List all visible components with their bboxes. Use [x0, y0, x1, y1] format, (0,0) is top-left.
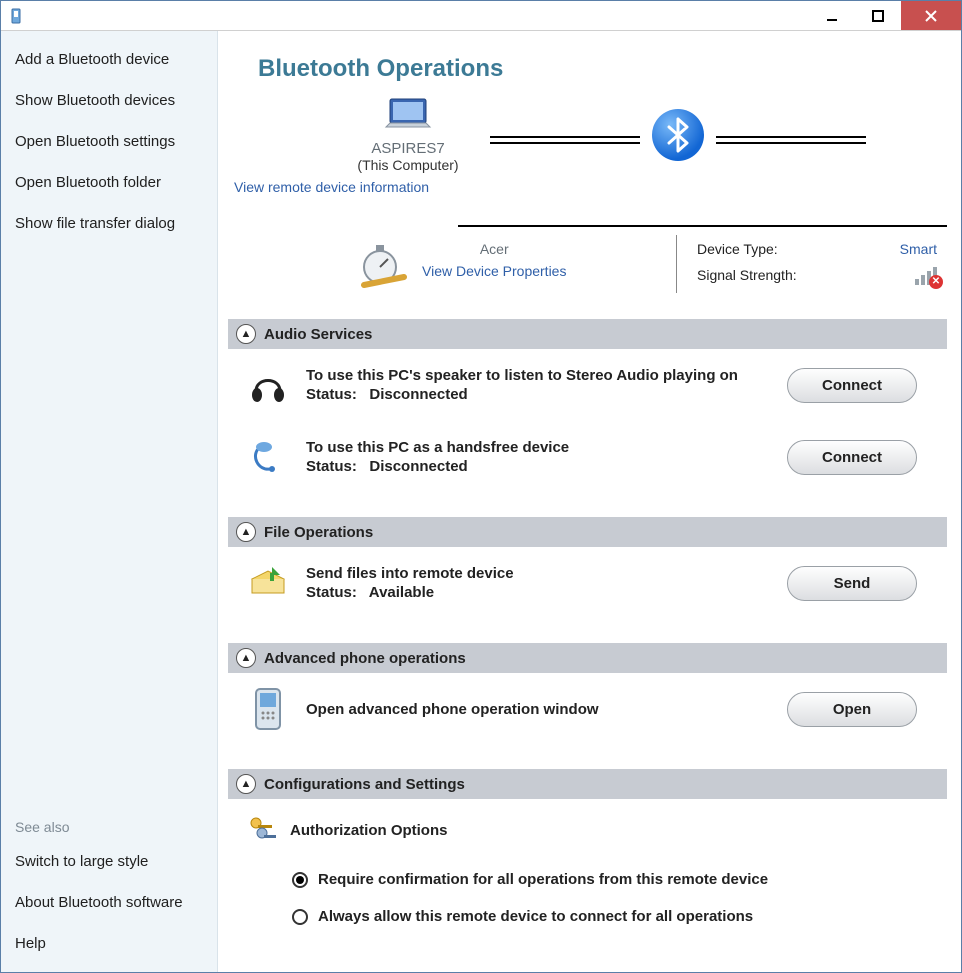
service-desc: To use this PC as a handsfree device [306, 439, 769, 456]
titlebar [1, 1, 961, 31]
section-audio-title: Audio Services [264, 326, 372, 343]
minimize-button[interactable] [809, 1, 855, 30]
connection-line-left [490, 126, 640, 144]
window-body: Add a Bluetooth device Show Bluetooth de… [1, 31, 961, 972]
status-label: Status: [306, 386, 357, 403]
view-remote-info-link[interactable]: View remote device information [228, 173, 947, 195]
service-advanced-phone: Open advanced phone operation window Ope… [228, 673, 947, 745]
connect-button[interactable]: Connect [787, 440, 917, 475]
sidebar-item-file-transfer[interactable]: Show file transfer dialog [1, 203, 217, 244]
status-label: Status: [306, 584, 357, 601]
maximize-button[interactable] [855, 1, 901, 30]
section-phone-header[interactable]: ▲ Advanced phone operations [228, 643, 947, 673]
authorization-options: Authorization Options Require confirmati… [228, 799, 947, 949]
sidebar-item-show-devices[interactable]: Show Bluetooth devices [1, 80, 217, 121]
status-value: Available [369, 584, 434, 601]
device-type-value[interactable]: Smart [900, 241, 937, 257]
signal-strength-label: Signal Strength: [697, 267, 797, 285]
radio-label: Require confirmation for all operations … [318, 871, 768, 888]
app-icon [1, 1, 25, 30]
service-stereo-audio: To use this PC's speaker to listen to St… [228, 349, 947, 421]
vertical-separator [676, 235, 677, 293]
chevron-up-icon: ▲ [236, 774, 256, 794]
service-send-files: Send files into remote device Status: Av… [228, 547, 947, 619]
main-content: Bluetooth Operations ASPIRES7 (This Comp… [218, 31, 961, 972]
sidebar-bottom: See also Switch to large style About Blu… [1, 809, 217, 972]
divider [458, 225, 947, 227]
service-handsfree: To use this PC as a handsfree device Sta… [228, 421, 947, 493]
chevron-up-icon: ▲ [236, 522, 256, 542]
service-desc: Send files into remote device [306, 565, 769, 582]
auth-heading: Authorization Options [290, 822, 447, 839]
section-audio-header[interactable]: ▲ Audio Services [228, 319, 947, 349]
close-button[interactable] [901, 1, 961, 30]
sidebar-item-open-settings[interactable]: Open Bluetooth settings [1, 121, 217, 162]
computer-sublabel: (This Computer) [338, 157, 478, 173]
section-file-title: File Operations [264, 524, 373, 541]
status-value: Disconnected [369, 386, 467, 403]
section-phone-title: Advanced phone operations [264, 650, 466, 667]
status-label: Status: [306, 458, 357, 475]
radio-label: Always allow this remote device to conne… [318, 908, 753, 925]
device-type-label: Device Type: [697, 241, 778, 257]
headset-icon [248, 437, 288, 477]
app-window: Add a Bluetooth device Show Bluetooth de… [0, 0, 962, 973]
connect-button[interactable]: Connect [787, 368, 917, 403]
headphones-icon [248, 365, 288, 405]
radio-icon [292, 909, 308, 925]
sidebar-item-about[interactable]: About Bluetooth software [1, 882, 217, 923]
sidebar: Add a Bluetooth device Show Bluetooth de… [1, 31, 218, 972]
radio-require-confirmation[interactable]: Require confirmation for all operations … [248, 861, 927, 898]
sidebar-top: Add a Bluetooth device Show Bluetooth de… [1, 39, 217, 244]
radio-icon [292, 872, 308, 888]
sidebar-item-help[interactable]: Help [1, 923, 217, 964]
stopwatch-icon [358, 241, 408, 294]
send-files-icon [248, 563, 288, 603]
laptop-icon [338, 97, 478, 138]
page-title: Bluetooth Operations [228, 41, 947, 89]
keys-icon [248, 813, 278, 847]
sidebar-item-large-style[interactable]: Switch to large style [1, 841, 217, 882]
service-desc: Open advanced phone operation window [306, 701, 769, 718]
send-button[interactable]: Send [787, 566, 917, 601]
signal-strength-icon: ✕ [915, 267, 937, 285]
service-desc: To use this PC's speaker to listen to St… [306, 367, 769, 384]
radio-always-allow[interactable]: Always allow this remote device to conne… [248, 898, 927, 935]
view-device-properties-link[interactable]: View Device Properties [422, 263, 566, 279]
chevron-up-icon: ▲ [236, 648, 256, 668]
section-config-header[interactable]: ▲ Configurations and Settings [228, 769, 947, 799]
open-button[interactable]: Open [787, 692, 917, 727]
status-value: Disconnected [369, 458, 467, 475]
sidebar-item-add-device[interactable]: Add a Bluetooth device [1, 39, 217, 80]
sidebar-item-open-folder[interactable]: Open Bluetooth folder [1, 162, 217, 203]
connection-line-right [716, 126, 866, 144]
section-file-header[interactable]: ▲ File Operations [228, 517, 947, 547]
connection-row: ASPIRES7 (This Computer) [228, 97, 947, 173]
remote-device-name: Acer [422, 241, 566, 257]
chevron-up-icon: ▲ [236, 324, 256, 344]
this-computer: ASPIRES7 (This Computer) [338, 97, 478, 173]
see-also-heading: See also [1, 809, 217, 841]
section-config-title: Configurations and Settings [264, 776, 465, 793]
computer-name: ASPIRES7 [338, 140, 478, 157]
phone-icon [248, 689, 288, 729]
device-info-row: Acer View Device Properties Device Type:… [228, 241, 947, 295]
bluetooth-icon [652, 109, 704, 161]
